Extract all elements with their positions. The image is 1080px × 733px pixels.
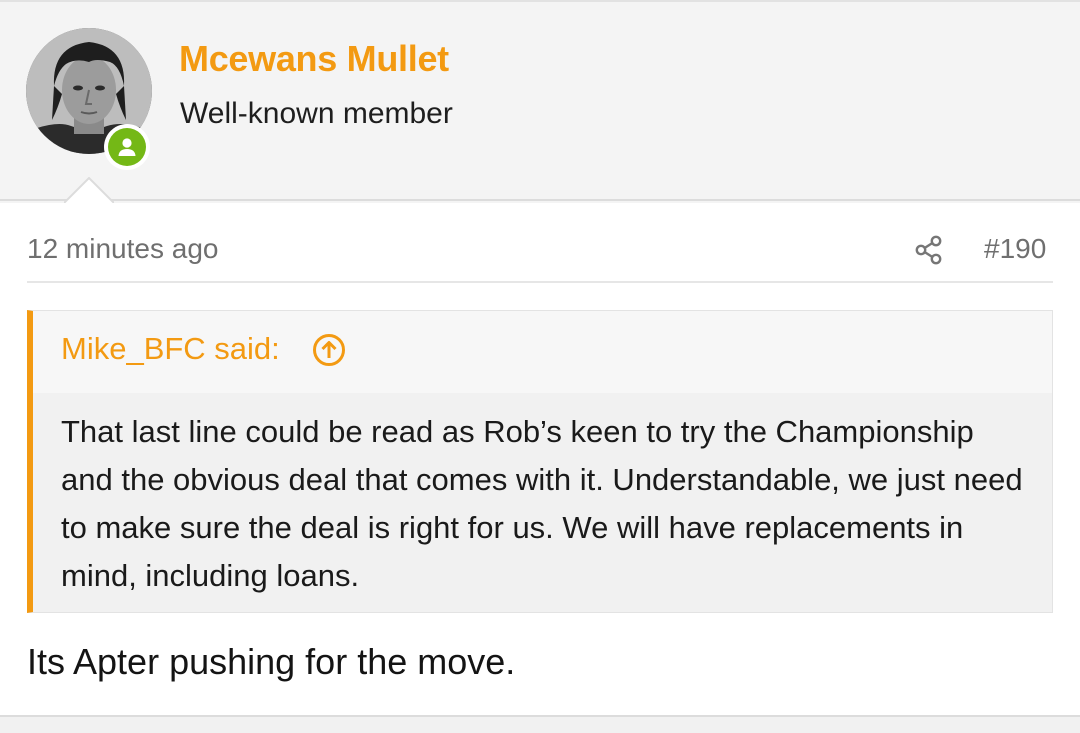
quote-block: Mike_BFC said: That last line could be r… — [27, 310, 1053, 613]
post-arrow-notch — [64, 177, 114, 203]
username-link[interactable]: Mcewans Mullet — [179, 38, 449, 80]
post-body: 12 minutes ago #190 Mike_BFC said: That … — [0, 203, 1080, 715]
meta-divider — [27, 281, 1053, 283]
user-icon — [118, 138, 136, 156]
share-icon[interactable] — [912, 233, 946, 267]
post-timestamp[interactable]: 12 minutes ago — [27, 233, 218, 265]
quote-header: Mike_BFC said: — [33, 311, 1052, 393]
quote-author-link[interactable]: Mike_BFC said: — [61, 331, 280, 367]
user-title: Well-known member — [180, 97, 453, 130]
bottom-divider — [0, 715, 1080, 733]
quote-text: That last line could be read as Rob’s ke… — [61, 414, 1023, 593]
post-user-header: Mcewans Mullet Well-known member — [0, 2, 1080, 201]
online-status-badge — [104, 124, 150, 170]
post-message: Its Apter pushing for the move. — [27, 641, 516, 682]
post-number-link[interactable]: #190 — [984, 233, 1046, 265]
arrow-up-circle-icon[interactable] — [311, 332, 347, 368]
